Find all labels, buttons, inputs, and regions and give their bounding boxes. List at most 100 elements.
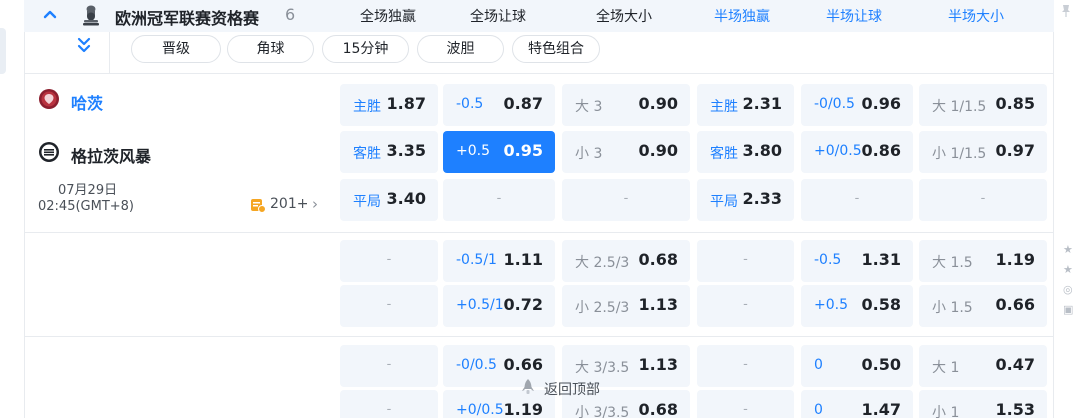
odds-cell-ht-handicap[interactable]: -0.5 1.31	[801, 240, 913, 282]
odds-value: 1.87	[386, 94, 426, 113]
odds-line-label: -0.5/1	[456, 252, 497, 268]
league-header: 欧洲冠军联赛资格赛 6 全场独赢 全场让球 全场大小 半场独赢 半场让球 半场大…	[24, 0, 1054, 32]
odds-line-label: +0.5	[456, 143, 490, 159]
odds-cell-ht-1x2[interactable]: 平局 2.33	[697, 179, 794, 221]
odds-cell-ht-handicap[interactable]: -0/0.5 0.96	[801, 84, 913, 126]
odds-cell-ft-overunder[interactable]: 大 3 0.90	[562, 84, 690, 126]
odds-cell-ft-handicap[interactable]: -0.5 0.87	[443, 84, 555, 126]
odds-cell-ft-1x2[interactable]: 客胜 3.35	[340, 131, 438, 173]
odds-unavailable: -	[386, 297, 392, 312]
odds-unavailable: -	[743, 357, 748, 372]
odds-value: 0.85	[995, 94, 1035, 113]
odds-cell-ht-overunder[interactable]: 大 1 0.47	[919, 345, 1047, 387]
odds-line-label: -0/0.5	[814, 96, 855, 112]
odds-unavailable: -	[386, 357, 392, 372]
odds-unavailable: -	[623, 191, 629, 206]
odds-cell-ft-handicap[interactable]: -0.5/1 1.11	[443, 240, 555, 282]
odds-unavailable: -	[743, 252, 748, 267]
odds-unavailable: -	[743, 402, 748, 417]
odds-cell-ht-handicap[interactable]: 0 0.50	[801, 345, 913, 387]
odds-cell-empty: -	[697, 240, 794, 282]
odds-cell-ft-overunder[interactable]: 小 2.5/3 1.13	[562, 285, 690, 327]
odds-value: 1.31	[861, 250, 901, 269]
odds-line-label: 小 1/1.5	[932, 146, 987, 162]
column-header-ft-1x2: 全场独赢	[360, 9, 416, 25]
home-team-crest-icon	[38, 88, 60, 110]
odds-cell-ht-1x2[interactable]: 主胜 2.31	[697, 84, 794, 126]
pin-icon[interactable]	[1056, 4, 1076, 24]
star-icon[interactable]: ★	[1063, 260, 1076, 280]
odds-line-label: +0/0.5	[456, 402, 504, 418]
away-team-name[interactable]: 格拉茨风暴	[71, 143, 151, 167]
odds-line-label: 主胜	[353, 99, 381, 115]
odds-line-label: 0	[814, 402, 823, 418]
odds-value: 3.35	[386, 141, 426, 160]
odds-cell-ft-1x2[interactable]: 平局 3.40	[340, 179, 438, 221]
odds-value: 3.80	[742, 141, 782, 160]
odds-value: 0.87	[503, 94, 543, 113]
left-rail	[0, 28, 6, 74]
odds-cell-ht-overunder[interactable]: 小 1 1.53	[919, 390, 1047, 418]
odds-line-label: 主胜	[710, 99, 738, 115]
rocket-icon	[520, 378, 536, 396]
market-tabs-bar: 晋级 角球 15分钟 波胆 特色组合	[24, 32, 1054, 74]
odds-cell-empty: -	[340, 240, 438, 282]
odds-cell-empty: -	[443, 179, 555, 221]
odds-line-label: +0.5	[814, 297, 848, 313]
odds-value: 3.40	[386, 189, 426, 208]
odds-value: 1.13	[638, 355, 678, 374]
odds-line-label: 平局	[353, 194, 381, 210]
odds-line-label: 大 1.5	[932, 255, 973, 271]
home-team-name[interactable]: 哈茨	[71, 90, 103, 114]
odds-cell-empty: -	[801, 179, 913, 221]
away-team-crest-icon	[38, 141, 60, 163]
odds-value: 2.31	[742, 94, 782, 113]
tab-corners[interactable]: 角球	[227, 35, 314, 63]
odds-value: 0.95	[503, 141, 543, 160]
odds-line-label: 平局	[710, 194, 738, 210]
odds-value: 0.90	[638, 94, 678, 113]
expand-chevrons-down-icon[interactable]	[73, 36, 95, 60]
trophy-icon	[81, 4, 101, 26]
chat-icon[interactable]: ◎	[1063, 280, 1076, 300]
odds-line-label: 小 2.5/3	[575, 300, 630, 316]
odds-cell-ht-1x2[interactable]: 客胜 3.80	[697, 131, 794, 173]
odds-unavailable: -	[980, 191, 986, 206]
odds-cell-ht-overunder[interactable]: 小 1/1.5 0.97	[919, 131, 1047, 173]
odds-cell-ht-overunder[interactable]: 大 1/1.5 0.85	[919, 84, 1047, 126]
odds-cell-ft-handicap[interactable]: +0/0.5 1.19	[443, 390, 555, 418]
tab-special-combo[interactable]: 特色组合	[512, 35, 600, 63]
odds-value: 1.47	[861, 400, 901, 418]
odds-cell-ht-overunder[interactable]: 小 1.5 0.66	[919, 285, 1047, 327]
tab-15-minutes[interactable]: 15分钟	[322, 35, 409, 63]
odds-cell-ft-1x2[interactable]: 主胜 1.87	[340, 84, 438, 126]
share-icon[interactable]: ▣	[1063, 300, 1076, 320]
odds-cell-empty: -	[697, 390, 794, 418]
odds-cell-ht-handicap[interactable]: 0 1.47	[801, 390, 913, 418]
league-name[interactable]: 欧洲冠军联赛资格赛	[115, 5, 259, 29]
odds-unavailable: -	[496, 191, 502, 206]
odds-cell-empty: -	[697, 285, 794, 327]
odds-cell-ft-handicap[interactable]: +0.5/1 0.72	[443, 285, 555, 327]
star-icon[interactable]: ★	[1063, 240, 1076, 260]
collapse-chevron-up-icon[interactable]	[40, 4, 60, 24]
league-match-count: 6	[285, 5, 296, 24]
odds-cell-ft-handicap[interactable]: -0/0.5 0.66	[443, 345, 555, 387]
tab-correct-score[interactable]: 波胆	[417, 35, 504, 63]
odds-value: 1.19	[995, 250, 1035, 269]
odds-value: 1.53	[995, 400, 1035, 418]
odds-unavailable: -	[386, 252, 392, 267]
odds-line-label: +0/0.5	[814, 143, 862, 159]
odds-line-label: 小 1	[932, 405, 960, 418]
odds-cell-ht-handicap[interactable]: +0.5 0.58	[801, 285, 913, 327]
odds-cell-ft-overunder[interactable]: 大 2.5/3 0.68	[562, 240, 690, 282]
odds-cell-ht-handicap[interactable]: +0/0.5 0.86	[801, 131, 913, 173]
odds-value: 1.11	[503, 250, 543, 269]
odds-cell-ht-overunder[interactable]: 大 1.5 1.19	[919, 240, 1047, 282]
odds-value: 0.66	[995, 295, 1035, 314]
odds-line-label: 客胜	[353, 146, 381, 162]
odds-line-label: 大 1/1.5	[932, 99, 987, 115]
odds-cell-ft-handicap[interactable]: +0.5 0.95	[443, 131, 555, 173]
odds-cell-ft-overunder[interactable]: 小 3 0.90	[562, 131, 690, 173]
tab-advance[interactable]: 晋级	[131, 35, 221, 63]
